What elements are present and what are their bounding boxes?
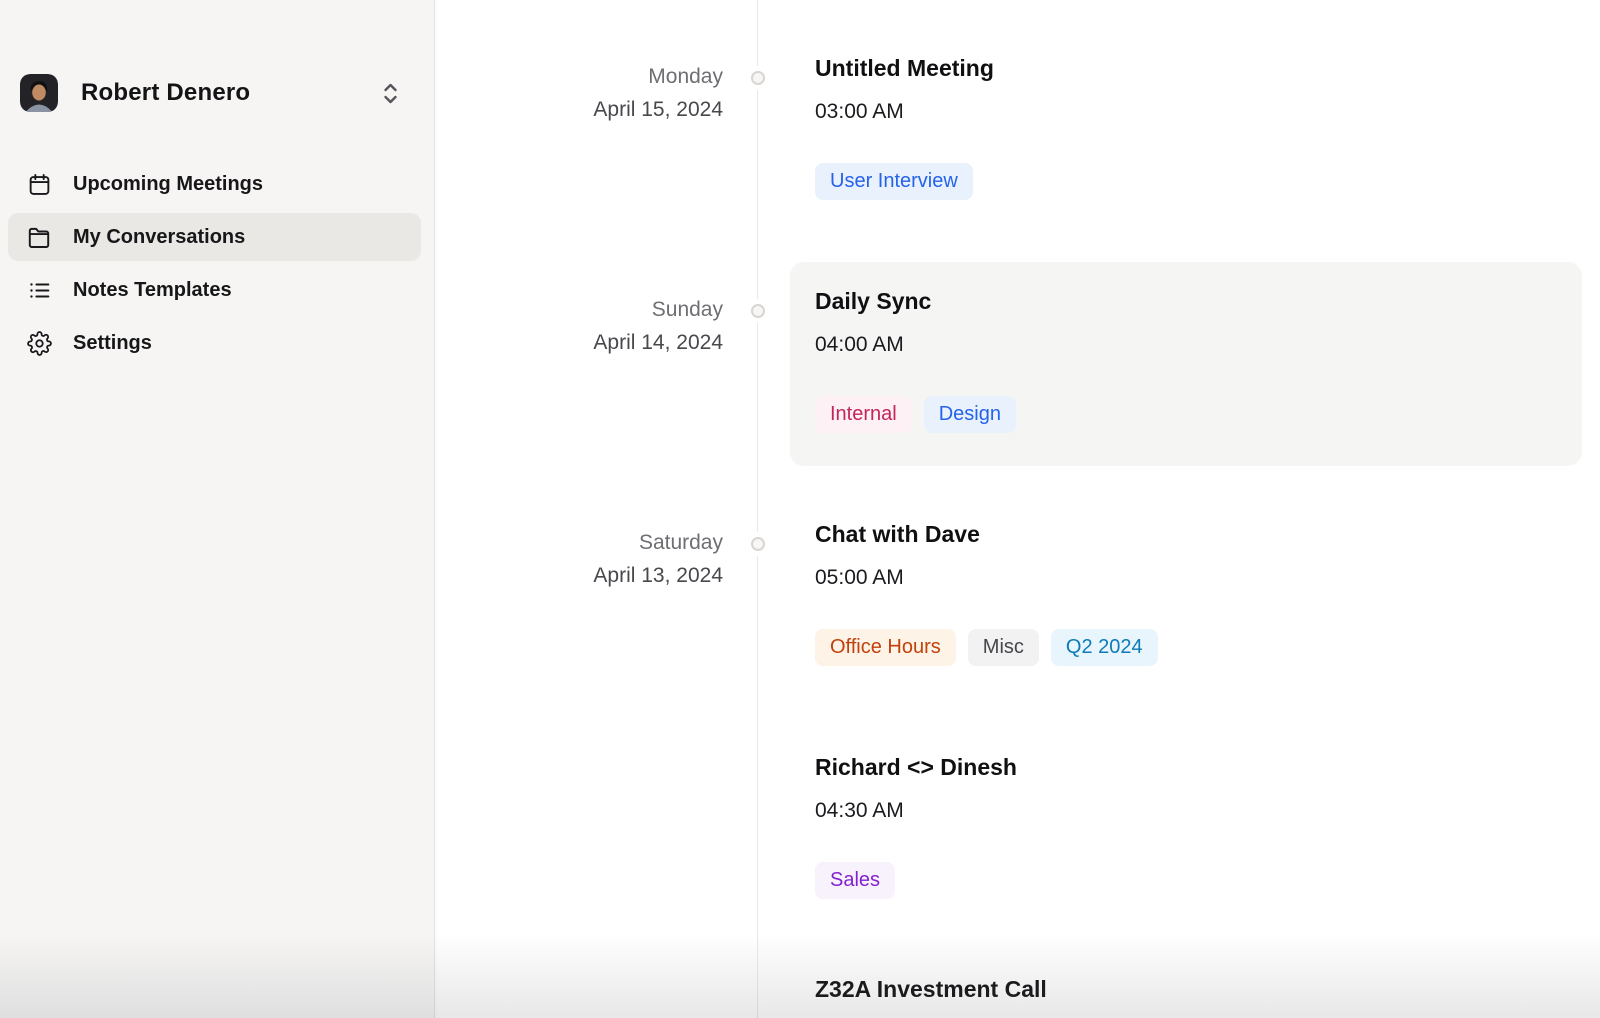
meeting-title: Z32A Investment Call — [815, 975, 1047, 1003]
meeting-time: 05:00 AM — [815, 564, 1158, 592]
meeting-entry[interactable]: Chat with Dave 05:00 AM Office Hours Misc… — [815, 520, 1158, 666]
folder-icon — [26, 224, 52, 250]
meeting-time: 03:00 AM — [815, 98, 994, 126]
tag-user-interview[interactable]: User Interview — [815, 163, 973, 200]
meeting-title: Daily Sync — [815, 287, 1016, 315]
gear-icon — [26, 330, 52, 356]
sidebar-item-upcoming-meetings[interactable]: Upcoming Meetings — [8, 160, 421, 208]
sidebar-item-notes-templates[interactable]: Notes Templates — [8, 266, 421, 314]
meeting-title: Chat with Dave — [815, 520, 1158, 548]
timeline-date: Saturday April 13, 2024 — [460, 526, 723, 592]
timeline-date-label: April 13, 2024 — [460, 559, 723, 592]
meeting-tags: Internal Design — [815, 396, 1016, 433]
meeting-entry[interactable]: Daily Sync 04:00 AM Internal Design — [815, 287, 1016, 433]
timeline-day-label: Monday — [460, 60, 723, 93]
timeline-day-label: Sunday — [460, 293, 723, 326]
calendar-icon — [26, 171, 52, 197]
tag-sales[interactable]: Sales — [815, 862, 895, 899]
meeting-entry[interactable]: Untitled Meeting 03:00 AM User Interview — [815, 54, 994, 200]
timeline-line — [757, 0, 758, 1018]
user-menu[interactable]: Robert Denero — [20, 71, 414, 115]
meeting-time: 04:00 AM — [815, 331, 1016, 359]
tag-internal[interactable]: Internal — [815, 396, 912, 433]
meeting-tags: Office Hours Misc Q2 2024 — [815, 629, 1158, 666]
timeline-dot — [751, 304, 765, 318]
tag-misc[interactable]: Misc — [968, 629, 1039, 666]
user-name: Robert Denero — [81, 79, 250, 107]
timeline-dot — [751, 537, 765, 551]
sidebar: Robert Denero Upcoming Meetings My Conve… — [0, 0, 435, 1018]
meeting-tags: Sales — [815, 862, 1017, 899]
sidebar-item-settings[interactable]: Settings — [8, 319, 421, 367]
timeline-dot — [751, 71, 765, 85]
chevron-up-down-icon[interactable] — [381, 80, 400, 107]
tag-design[interactable]: Design — [924, 396, 1016, 433]
meeting-tags: User Interview — [815, 163, 994, 200]
timeline-date-label: April 14, 2024 — [460, 326, 723, 359]
timeline-date: Sunday April 14, 2024 — [460, 293, 723, 359]
timeline-date-label: April 15, 2024 — [460, 93, 723, 126]
meeting-title: Untitled Meeting — [815, 54, 994, 82]
tag-office-hours[interactable]: Office Hours — [815, 629, 956, 666]
sidebar-item-my-conversations[interactable]: My Conversations — [8, 213, 421, 261]
meeting-title: Richard <> Dinesh — [815, 753, 1017, 781]
meeting-entry[interactable]: Richard <> Dinesh 04:30 AM Sales — [815, 753, 1017, 899]
list-icon — [26, 277, 52, 303]
timeline-day-label: Saturday — [460, 526, 723, 559]
meeting-time: 04:30 AM — [815, 797, 1017, 825]
avatar — [20, 74, 58, 112]
sidebar-nav: Upcoming Meetings My Conversations Notes… — [8, 160, 421, 372]
meeting-entry[interactable]: Z32A Investment Call — [815, 975, 1047, 1003]
timeline-date: Monday April 15, 2024 — [460, 60, 723, 126]
tag-q2-2024[interactable]: Q2 2024 — [1051, 629, 1158, 666]
